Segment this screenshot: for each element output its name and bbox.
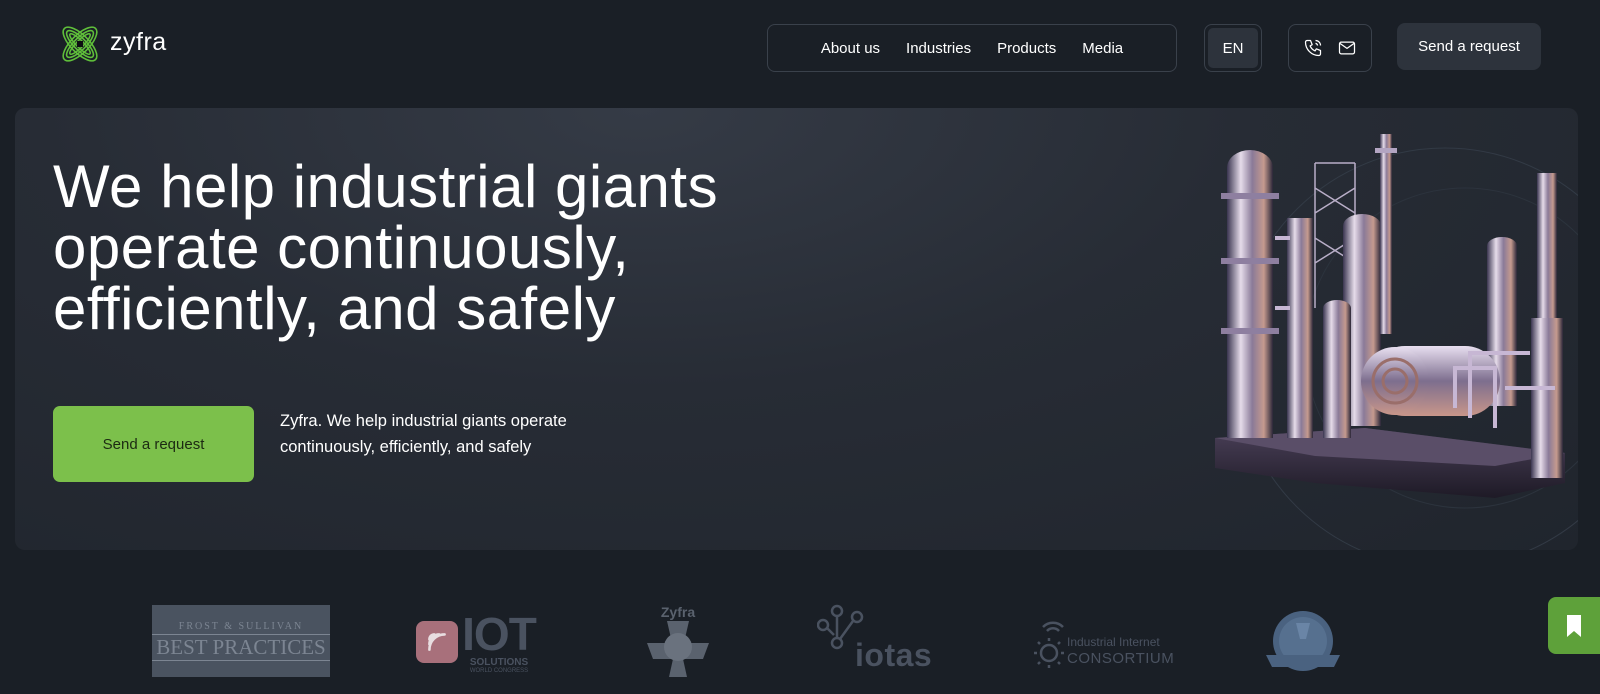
iot-wordmark: IOT bbox=[462, 607, 537, 660]
phone-icon[interactable] bbox=[1303, 38, 1323, 58]
nav-item-products[interactable]: Products bbox=[997, 40, 1056, 57]
frost-sullivan-logo: FROST & SULLIVAN BEST PRACTICES bbox=[152, 605, 330, 677]
iic-name: Industrial Internet bbox=[1067, 635, 1160, 649]
partner-logos: FROST & SULLIVAN BEST PRACTICES IOT SOLU… bbox=[0, 595, 1600, 694]
brand-name: zyfra bbox=[110, 27, 167, 56]
zyfra-logo[interactable]: zyfra bbox=[56, 20, 167, 68]
hero-subtitle: Zyfra. We help industrial giants operate… bbox=[280, 412, 567, 457]
nav-item-media[interactable]: Media bbox=[1082, 40, 1123, 57]
hero-section: We help industrial giants operate contin… bbox=[15, 108, 1578, 550]
site-header: zyfra About us Industries Products Media… bbox=[0, 0, 1600, 100]
bookmark-button[interactable] bbox=[1548, 597, 1600, 654]
main-nav: About us Industries Products Media bbox=[767, 24, 1177, 72]
bookmark-icon bbox=[1567, 614, 1581, 637]
hero-send-request-button[interactable]: Send a request bbox=[53, 406, 254, 482]
iic-consortium-label: CONSORTIUM bbox=[1067, 650, 1175, 667]
hero-title: We help industrial giants operate contin… bbox=[53, 156, 873, 340]
hero-title-line: efficiently, and safely bbox=[53, 275, 616, 343]
iot-solutions-label: SOLUTIONS bbox=[469, 656, 529, 668]
iot-congress-label: WORLD CONGRESS bbox=[469, 667, 529, 674]
frost-sullivan-name: FROST & SULLIVAN bbox=[178, 621, 304, 632]
language-switcher: EN bbox=[1204, 24, 1262, 72]
award-medal-logo bbox=[1258, 603, 1348, 683]
mail-icon[interactable] bbox=[1337, 38, 1357, 58]
hero-title-line: operate continuously, bbox=[53, 214, 630, 282]
language-button[interactable]: EN bbox=[1208, 28, 1258, 68]
nav-item-about-us[interactable]: About us bbox=[821, 40, 880, 57]
best-practices-label: BEST PRACTICES bbox=[152, 634, 330, 661]
nav-item-industries[interactable]: Industries bbox=[906, 40, 971, 57]
iotas-logo: iotas bbox=[817, 603, 933, 677]
industrial-internet-consortium-logo: Industrial Internet CONSORTIUM bbox=[1033, 613, 1174, 675]
zyfra-award-label: Zyfra bbox=[661, 604, 695, 620]
wifi-icon bbox=[416, 621, 459, 663]
iot-solutions-logo: IOT SOLUTIONS WORLD CONGRESS bbox=[406, 605, 546, 679]
hero-title-line: We help industrial giants bbox=[53, 153, 719, 220]
zyfra-award-logo: Zyfra bbox=[637, 603, 719, 683]
zyfra-logo-icon bbox=[62, 26, 98, 62]
contact-group bbox=[1288, 24, 1372, 72]
iotas-wordmark: iotas bbox=[855, 637, 933, 673]
industrial-plant-illustration bbox=[1215, 134, 1578, 550]
header-send-request-button[interactable]: Send a request bbox=[1397, 23, 1541, 70]
